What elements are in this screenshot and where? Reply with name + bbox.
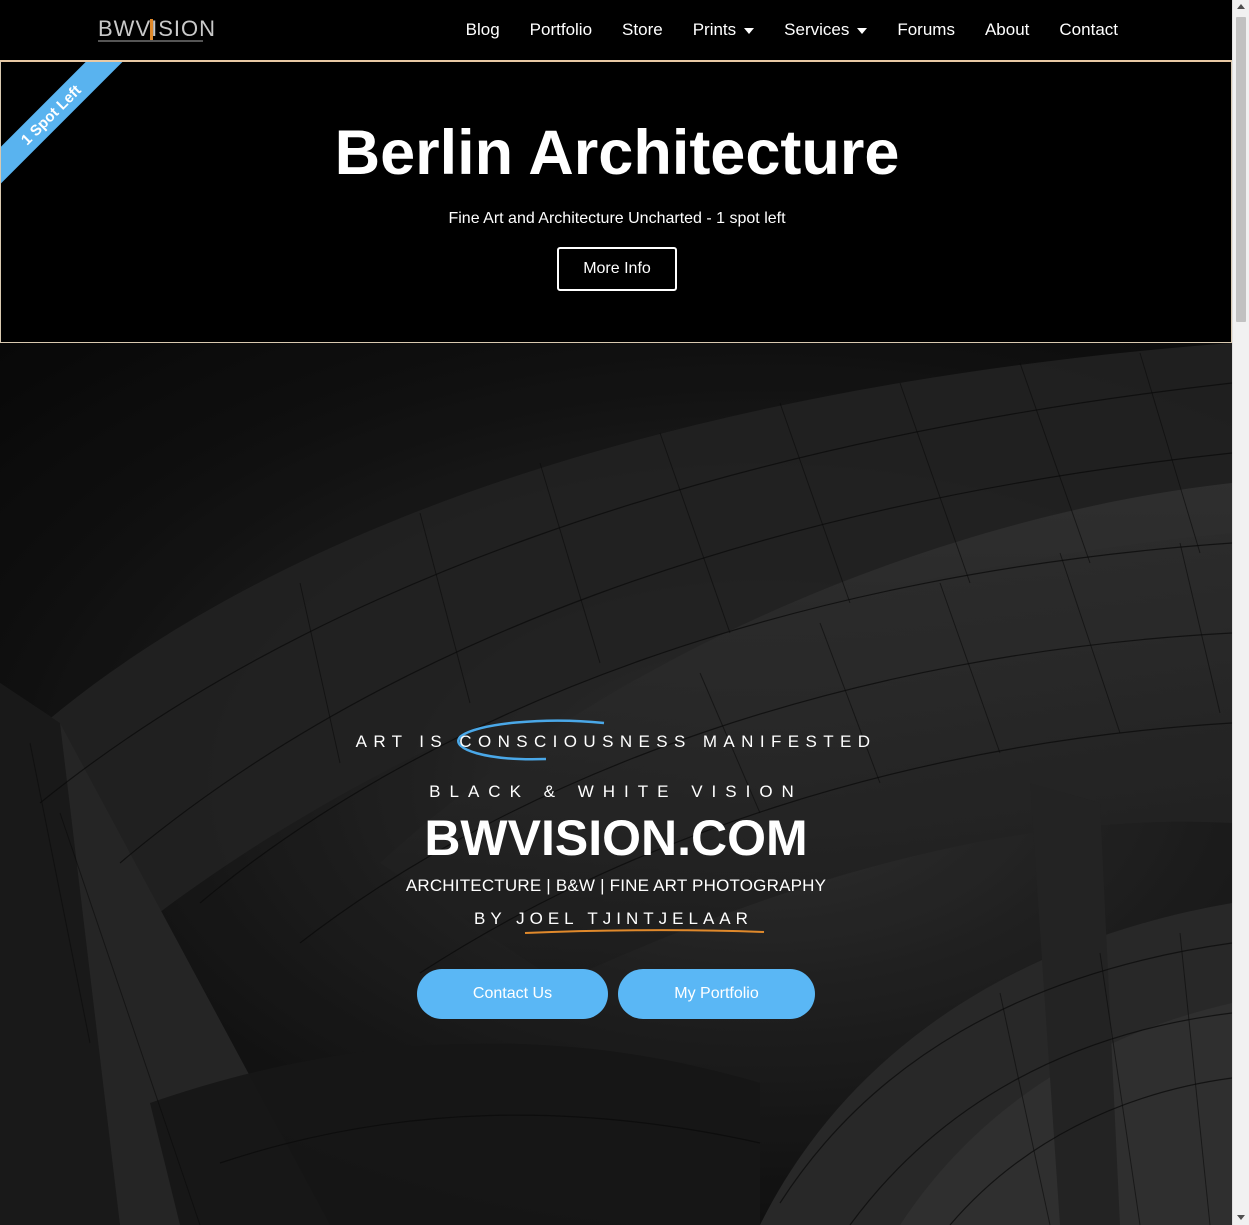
hero-content: ART IS CONSCIOUSNESS MANIFESTED BLACK & … bbox=[0, 343, 1232, 1225]
site-header: BWVISION Blog Portfolio Store Prints Ser… bbox=[0, 0, 1232, 60]
nav-item-prints[interactable]: Prints bbox=[678, 20, 769, 40]
logo-accent-bar bbox=[150, 19, 153, 41]
hero-subheading: BLACK & WHITE VISION bbox=[429, 782, 803, 801]
nav-item-label: Store bbox=[622, 20, 663, 39]
caret-down-icon bbox=[744, 28, 755, 34]
scroll-up-arrow-icon[interactable] bbox=[1237, 4, 1245, 9]
promo-title: Berlin Architecture bbox=[334, 118, 900, 188]
hero-section: ART IS CONSCIOUSNESS MANIFESTED BLACK & … bbox=[0, 343, 1232, 1225]
hero-site-title: BWVISION.COM bbox=[424, 810, 808, 866]
contact-us-button[interactable]: Contact Us bbox=[417, 969, 608, 1019]
scrollbar-thumb[interactable] bbox=[1236, 17, 1246, 322]
nav-item-label: Portfolio bbox=[529, 20, 593, 39]
byline-underline-accent bbox=[524, 929, 765, 934]
nav-item-forums[interactable]: Forums bbox=[882, 20, 970, 40]
nav-item-blog[interactable]: Blog bbox=[451, 20, 515, 40]
hero-tagline: ART IS CONSCIOUSNESS MANIFESTED bbox=[355, 732, 877, 751]
nav-item-label: Blog bbox=[465, 20, 500, 39]
hero-categories: ARCHITECTURE | B&W | FINE ART PHOTOGRAPH… bbox=[405, 876, 827, 895]
caret-down-icon bbox=[857, 28, 868, 34]
logo-subline bbox=[98, 40, 203, 42]
nav-item-about[interactable]: About bbox=[970, 20, 1044, 40]
page-scrollbar[interactable] bbox=[1232, 0, 1249, 1225]
more-info-button[interactable]: More Info bbox=[557, 247, 677, 291]
logo-wordmark: BWVISION bbox=[98, 16, 217, 41]
nav-item-label: Forums bbox=[897, 20, 955, 39]
nav-item-label: Contact bbox=[1059, 20, 1118, 39]
nav-item-label: Services bbox=[784, 20, 850, 39]
nav-item-contact[interactable]: Contact bbox=[1044, 20, 1133, 40]
nav-item-label: Prints bbox=[692, 20, 737, 39]
hero-byline: BY JOEL TJINTJELAAR bbox=[474, 909, 753, 928]
nav-item-store[interactable]: Store bbox=[607, 20, 678, 40]
promo-subtitle: Fine Art and Architecture Uncharted - 1 … bbox=[448, 210, 786, 227]
nav-item-label: About bbox=[984, 20, 1030, 39]
site-logo[interactable]: BWVISION bbox=[98, 16, 215, 44]
promo-banner: 1 Spot Left Berlin Architecture Fine Art… bbox=[0, 60, 1232, 343]
main-nav: Blog Portfolio Store Prints Services For… bbox=[451, 0, 1133, 60]
my-portfolio-button[interactable]: My Portfolio bbox=[618, 969, 815, 1019]
scroll-down-arrow-icon[interactable] bbox=[1237, 1215, 1245, 1220]
nav-item-portfolio[interactable]: Portfolio bbox=[515, 20, 607, 40]
nav-item-services[interactable]: Services bbox=[769, 20, 882, 40]
